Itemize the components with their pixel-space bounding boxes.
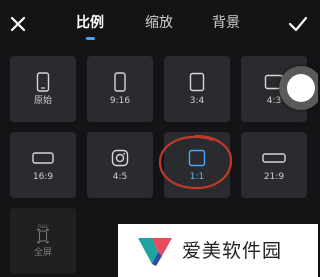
ratio-label: 21:9	[263, 172, 285, 182]
ultrawide-rect-icon	[262, 153, 286, 163]
ratio-option-3-4[interactable]: 3:4	[164, 56, 230, 122]
active-tab-indicator	[86, 37, 95, 40]
ratio-option-4-5[interactable]: 4:5	[87, 132, 153, 198]
ratio-label: 4:5	[112, 172, 128, 182]
fullscreen-phone-icon: FULL	[37, 224, 49, 244]
ratio-option-16-9[interactable]: 16:9	[10, 132, 76, 198]
ratio-editor-panel: 比例 缩放 背景 原始 9:16 3:4 4:3 16:9 4:5 1:1 21…	[0, 0, 318, 277]
ratio-option-original[interactable]: 原始	[10, 56, 76, 122]
watermark-logo-icon	[138, 237, 172, 266]
portrait-rect-icon	[114, 72, 126, 92]
phone-icon	[36, 72, 50, 92]
check-icon	[288, 16, 308, 32]
close-icon	[10, 16, 26, 32]
wide-rect-icon	[32, 152, 54, 164]
confirm-button[interactable]	[284, 12, 312, 36]
ratio-label: 3:4	[189, 96, 205, 106]
ratio-label: 9:16	[109, 96, 131, 106]
tab-scale[interactable]: 缩放	[145, 14, 173, 32]
portrait-rect-icon	[189, 72, 205, 92]
ratio-option-21-9[interactable]: 21:9	[241, 132, 307, 198]
square-icon	[188, 149, 206, 167]
floating-capture-button[interactable]	[279, 66, 318, 110]
ratio-label: 1:1	[189, 172, 205, 182]
ratio-option-fullscreen[interactable]: FULL 全屏	[10, 208, 76, 274]
ratio-option-9-16[interactable]: 9:16	[87, 56, 153, 122]
ratio-option-1-1[interactable]: 1:1	[164, 132, 230, 198]
top-toolbar: 比例 缩放 背景	[0, 0, 318, 48]
tab-ratio[interactable]: 比例	[76, 14, 104, 32]
capture-button-inner	[287, 74, 315, 102]
ratio-label: 16:9	[32, 172, 54, 182]
close-button[interactable]	[6, 12, 30, 36]
watermark-text: 爱美软件园	[182, 239, 283, 262]
ratio-label: 全屏	[33, 248, 52, 258]
ratio-label: 原始	[33, 96, 52, 106]
watermark-badge: 爱美软件园	[118, 224, 318, 277]
instagram-icon	[111, 149, 129, 167]
tab-background[interactable]: 背景	[212, 14, 240, 32]
